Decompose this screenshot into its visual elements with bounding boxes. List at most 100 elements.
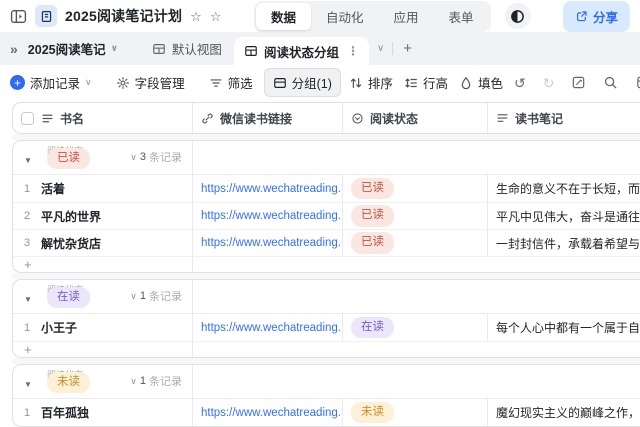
chevron-down-icon[interactable]: ∨ bbox=[130, 153, 137, 162]
book-title-cell[interactable]: 解忧杂货店 bbox=[41, 230, 192, 256]
side-panel-icon[interactable] bbox=[635, 75, 640, 90]
collapse-triangle-icon[interactable]: ▼ bbox=[24, 157, 32, 165]
chevron-down-icon[interactable]: ∨ bbox=[130, 377, 137, 386]
collapse-triangle-icon[interactable]: ▼ bbox=[24, 296, 32, 304]
header-card: 书名 微信读书链接 阅读状态 读书笔记 bbox=[12, 102, 640, 134]
column-header-label: 阅读状态 bbox=[370, 110, 418, 127]
column-header-status[interactable]: 阅读状态 bbox=[342, 103, 487, 133]
toolbar: + 添加记录 ∨ 字段管理 筛选 分组(1) 排序 行高 bbox=[0, 65, 640, 100]
tab-form[interactable]: 表单 bbox=[433, 3, 488, 30]
more-menu-icon[interactable]: ⋮ bbox=[347, 44, 359, 58]
record-count-number: 3 bbox=[140, 151, 146, 163]
row-height-icon bbox=[404, 76, 418, 90]
link-cell[interactable]: https://www.wechatreading... bbox=[192, 314, 342, 341]
fill-color-label: 填色 bbox=[478, 73, 503, 92]
table-row[interactable]: 3 解忧杂货店 https://www.wechatreading... 已读 … bbox=[13, 229, 640, 256]
add-view-icon[interactable]: + bbox=[393, 40, 422, 57]
select-all-checkbox[interactable] bbox=[21, 112, 34, 125]
fill-color-button[interactable]: 填色 bbox=[459, 73, 503, 92]
tab-data[interactable]: 数据 bbox=[256, 3, 311, 30]
status-cell[interactable]: 未读 bbox=[342, 399, 487, 426]
table-row[interactable]: 1 活着 https://www.wechatreading... 已读 生命的… bbox=[13, 175, 640, 202]
grid-view-icon bbox=[244, 44, 258, 58]
chevron-down-icon[interactable]: ∨ bbox=[130, 292, 137, 301]
link-cell[interactable]: https://www.wechatreading... bbox=[192, 399, 342, 426]
column-header-link[interactable]: 微信读书链接 bbox=[192, 103, 342, 133]
single-select-icon bbox=[351, 112, 364, 125]
view-list-chevron-icon[interactable]: ∨ bbox=[369, 43, 392, 54]
row-height-button[interactable]: 行高 bbox=[404, 73, 448, 92]
redo-icon[interactable]: ↻ bbox=[543, 76, 555, 90]
chevron-down-icon: ∨ bbox=[111, 44, 118, 53]
link-cell[interactable]: https://www.wechatreading... bbox=[192, 175, 342, 202]
column-header-label: 书名 bbox=[60, 110, 84, 127]
note-cell[interactable]: 魔幻现实主义的巅峰之作，... bbox=[487, 399, 640, 426]
status-cell[interactable]: 已读 bbox=[342, 230, 487, 256]
row-number: 3 bbox=[13, 237, 41, 249]
view-tab-status-group[interactable]: 阅读状态分组 ⋮ bbox=[234, 37, 369, 65]
group-card-unread: ▼ 阅读状态 未读 ∨ 1 条记录 1 百年孤独 https://www.wec… bbox=[12, 364, 640, 427]
paint-drop-icon bbox=[459, 76, 473, 90]
link-cell[interactable]: https://www.wechatreading... bbox=[192, 203, 342, 229]
add-row-icon[interactable]: + bbox=[13, 343, 192, 356]
column-header-note[interactable]: 读书笔记 bbox=[487, 103, 640, 133]
table-selector[interactable]: 2025阅读笔记 ∨ bbox=[28, 39, 118, 58]
note-cell[interactable]: 生命的意义不在于长短，而... bbox=[487, 175, 640, 202]
status-cell[interactable]: 在读 bbox=[342, 314, 487, 341]
status-cell[interactable]: 已读 bbox=[342, 175, 487, 202]
group-badge[interactable]: 未读 bbox=[47, 372, 90, 393]
note-cell[interactable]: 每个人心中都有一个属于自... bbox=[487, 314, 640, 341]
group-button[interactable]: 分组(1) bbox=[264, 68, 341, 97]
group-badge[interactable]: 已读 bbox=[47, 148, 90, 169]
add-row[interactable]: + bbox=[13, 341, 640, 357]
notebook-app-icon bbox=[35, 5, 57, 27]
table-area: 书名 微信读书链接 阅读状态 读书笔记 bbox=[0, 100, 640, 427]
record-count-number: 1 bbox=[140, 290, 146, 302]
book-title-cell[interactable]: 平凡的世界 bbox=[41, 203, 192, 229]
tab-app[interactable]: 应用 bbox=[378, 3, 433, 30]
sort-button[interactable]: 排序 bbox=[349, 73, 393, 92]
table-row[interactable]: 2 平凡的世界 https://www.wechatreading... 已读 … bbox=[13, 202, 640, 229]
share-button[interactable]: 分享 bbox=[563, 1, 630, 32]
note-cell[interactable]: 平凡中见伟大，奋斗是通往... bbox=[487, 203, 640, 229]
book-title-cell[interactable]: 小王子 bbox=[41, 314, 192, 341]
column-header-title[interactable]: 书名 bbox=[41, 103, 192, 133]
chevron-down-icon: ∨ bbox=[85, 78, 92, 87]
theme-toggle-icon[interactable] bbox=[505, 3, 531, 29]
group-header-spacer bbox=[192, 141, 640, 174]
add-record-button[interactable]: + 添加记录 ∨ bbox=[10, 73, 92, 92]
group-badge[interactable]: 在读 bbox=[47, 287, 90, 308]
status-badge: 已读 bbox=[351, 232, 394, 253]
search-icon[interactable] bbox=[603, 75, 618, 90]
filter-button[interactable]: 筛选 bbox=[209, 73, 253, 92]
expand-sidebar-icon[interactable]: » bbox=[10, 41, 18, 57]
favorite-star-icon[interactable]: ☆ bbox=[210, 10, 222, 23]
sidebar-toggle-icon[interactable] bbox=[10, 8, 27, 25]
book-title-cell[interactable]: 活着 bbox=[41, 175, 192, 202]
grid-view-icon bbox=[152, 42, 166, 56]
view-tab-default[interactable]: 默认视图 bbox=[140, 32, 234, 65]
add-row-icon[interactable]: + bbox=[13, 258, 192, 271]
status-badge: 在读 bbox=[351, 317, 394, 338]
table-row[interactable]: 1 小王子 https://www.wechatreading... 在读 每个… bbox=[13, 314, 640, 341]
add-record-label: 添加记录 bbox=[30, 73, 80, 92]
row-number: 2 bbox=[13, 210, 41, 222]
link-cell[interactable]: https://www.wechatreading... bbox=[192, 230, 342, 256]
edit-record-icon[interactable] bbox=[571, 75, 586, 90]
select-all-cell[interactable] bbox=[13, 112, 41, 125]
book-title-cell[interactable]: 百年孤独 bbox=[41, 399, 192, 426]
field-manage-button[interactable]: 字段管理 bbox=[116, 73, 185, 92]
collapse-triangle-icon[interactable]: ▼ bbox=[24, 381, 32, 389]
group-header-left: ▼ 阅读状态 未读 ∨ 1 条记录 bbox=[13, 365, 192, 398]
table-row[interactable]: 1 百年孤独 https://www.wechatreading... 未读 魔… bbox=[13, 399, 640, 426]
add-row[interactable]: + bbox=[13, 256, 640, 272]
tab-automation[interactable]: 自动化 bbox=[311, 3, 379, 30]
column-header-label: 读书笔记 bbox=[515, 110, 563, 127]
status-cell[interactable]: 已读 bbox=[342, 203, 487, 229]
record-count: ∨ 3 条记录 bbox=[130, 149, 182, 165]
pin-star-icon[interactable]: ☆ bbox=[190, 10, 202, 23]
note-cell[interactable]: 一封封信件，承载着希望与... bbox=[487, 230, 640, 256]
record-count-unit: 条记录 bbox=[149, 288, 182, 304]
status-badge: 已读 bbox=[351, 205, 394, 226]
undo-icon[interactable]: ↺ bbox=[514, 76, 526, 90]
